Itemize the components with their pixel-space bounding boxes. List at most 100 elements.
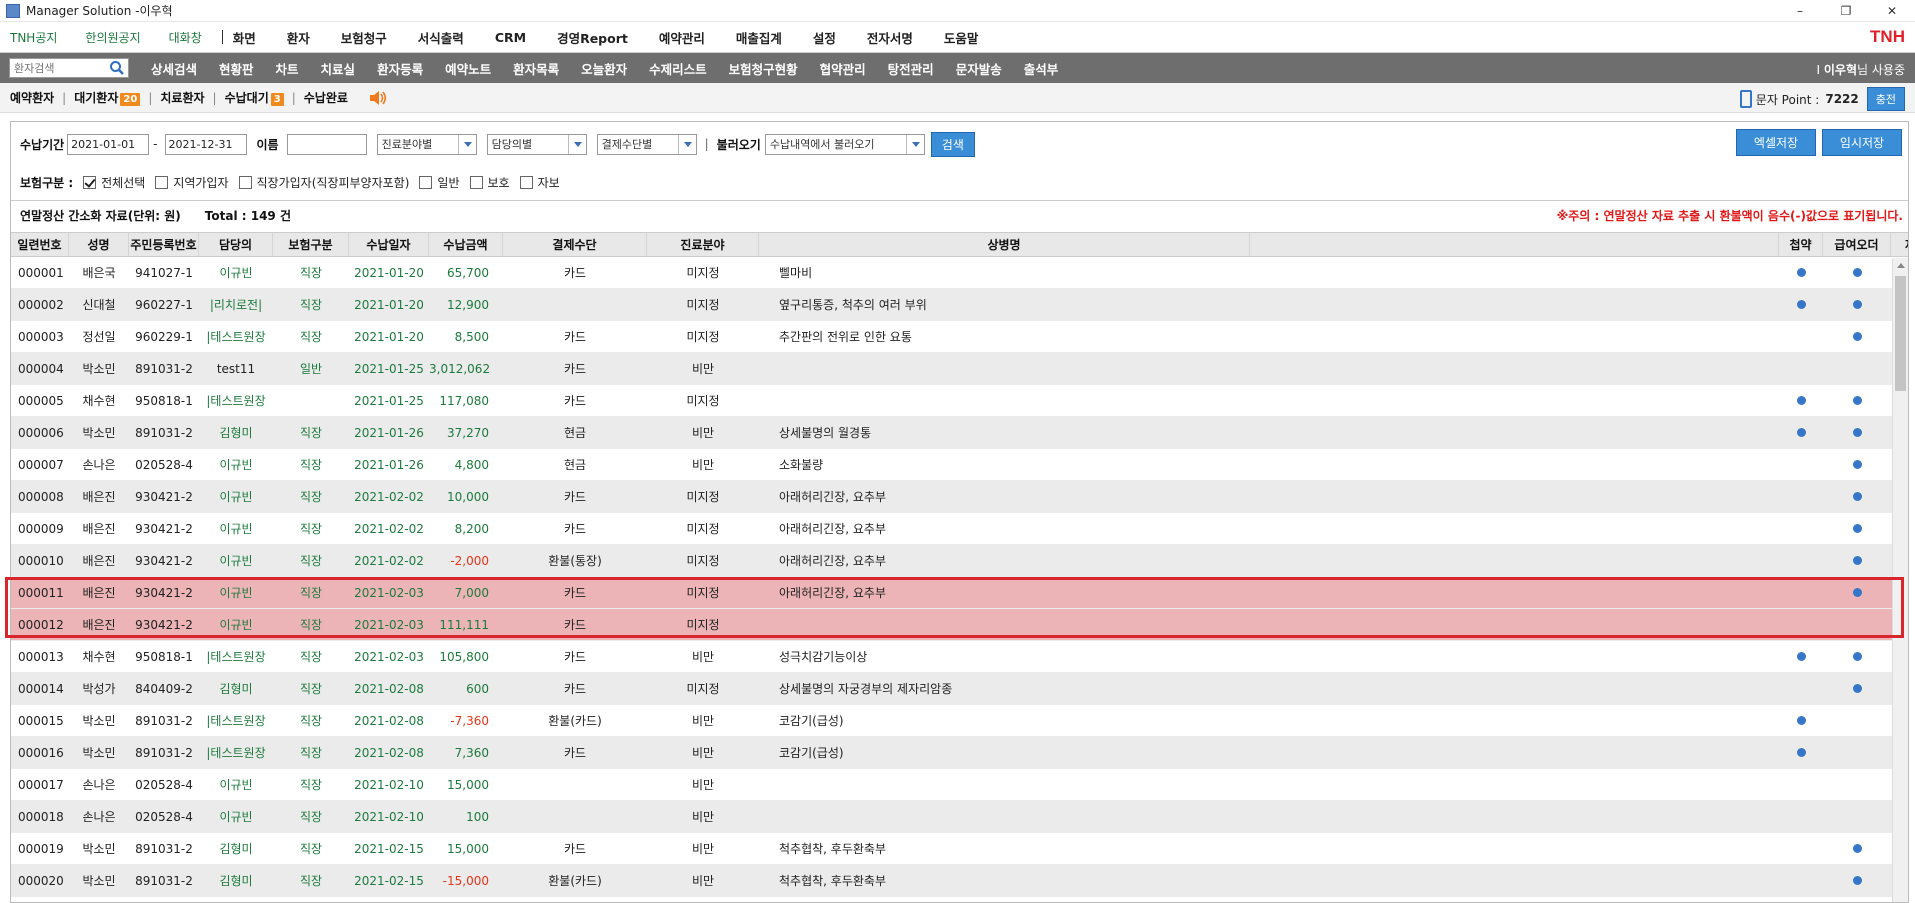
col-rrn[interactable]: 주민등록번호 <box>129 233 199 256</box>
dot-icon <box>1852 299 1862 309</box>
table-row[interactable]: 000020 박소민 891031-2 김형미 직장 2021-02-15 -15,000 환… <box>11 865 1908 897</box>
col-insurance[interactable]: 보험구분 <box>273 233 349 256</box>
close-button[interactable]: ✕ <box>1869 0 1915 22</box>
menu-crm[interactable]: CRM <box>495 30 526 45</box>
temp-save-button[interactable]: 임시저장 <box>1822 129 1902 156</box>
table-row[interactable]: 000019 박소민 891031-2 김형미 직장 2021-02-15 15,000 카드… <box>11 833 1908 865</box>
menu-reservation[interactable]: 예약관리 <box>659 28 705 47</box>
table-row[interactable]: 000017 손나은 020528-4 이규빈 직장 2021-02-10 15,000 비만 <box>11 769 1908 801</box>
patient-search-input[interactable] <box>10 59 108 77</box>
col-diagnosis[interactable]: 상병명 <box>759 233 1250 256</box>
cell-date: 2021-02-10 <box>354 809 424 824</box>
table-row[interactable]: 000008 배은진 930421-2 이규빈 직장 2021-02-02 10,000 카드… <box>11 481 1908 513</box>
col-serial[interactable]: 일련번호 <box>11 233 69 256</box>
col-name[interactable]: 성명 <box>69 233 129 256</box>
clinic-notice-link[interactable]: 한의원공지 <box>85 29 140 46</box>
checkbox-all[interactable]: 전체선택 <box>83 174 145 191</box>
nav-detail-search[interactable]: 상세검색 <box>151 59 197 78</box>
minimize-button[interactable]: – <box>1777 0 1823 22</box>
name-input[interactable] <box>286 133 367 155</box>
menu-patient[interactable]: 환자 <box>287 28 310 47</box>
col-order[interactable]: 급여오더 <box>1823 233 1891 256</box>
date-from-input[interactable]: 2021-01-01 <box>67 133 150 155</box>
date-to-input[interactable]: 2021-12-31 <box>164 133 247 155</box>
cell-rrn: 891031-2 <box>135 873 193 888</box>
tnh-notice-link[interactable]: TNH공지 <box>10 29 57 46</box>
menu-settings[interactable]: 설정 <box>813 28 836 47</box>
nav-status-board[interactable]: 현황판 <box>219 59 254 78</box>
nav-agreement[interactable]: 협약관리 <box>820 59 866 78</box>
col-exclude[interactable]: 제외 <box>1891 233 1908 256</box>
maximize-button[interactable]: ❐ <box>1823 0 1869 22</box>
charge-button[interactable]: 충전 <box>1866 87 1905 111</box>
dot-icon <box>1796 651 1806 661</box>
col-payment[interactable]: 결제수단 <box>503 233 647 256</box>
menu-e-signature[interactable]: 전자서명 <box>867 28 913 47</box>
table-row[interactable]: 000007 손나은 020528-4 이규빈 직장 2021-01-26 4,800 현금 비… <box>11 449 1908 481</box>
checkbox-protection[interactable]: 보호 <box>469 174 510 191</box>
nav-treatment-room[interactable]: 치료실 <box>321 59 356 78</box>
payment-done[interactable]: 수납완료 <box>304 89 348 106</box>
col-date[interactable]: 수납일자 <box>349 233 429 256</box>
table-row[interactable]: 000013 채수현 950818-1 |테스트원장 직장 2021-02-03 105,8… <box>11 641 1908 673</box>
window-title: Manager Solution -이우혁 <box>26 4 173 18</box>
waiting-patients[interactable]: 대기환자 20 <box>74 89 141 106</box>
payment-waiting[interactable]: 수납대기 3 <box>225 89 284 106</box>
doctor-select[interactable]: 담당의별 <box>486 133 587 155</box>
cell-payment: 환불(통장) <box>548 554 602 568</box>
table-row[interactable]: 000002 신대철 960227-1 |리치로전| 직장 2021-01-20 12,90… <box>11 289 1908 321</box>
menu-form-print[interactable]: 서식출력 <box>418 28 464 47</box>
chat-link[interactable]: 대화창 <box>169 29 202 46</box>
dot-icon <box>1796 395 1806 405</box>
nav-attendance[interactable]: 출석부 <box>1024 59 1059 78</box>
checkbox-regional[interactable]: 지역가입자 <box>155 174 229 191</box>
col-dept[interactable]: 진료분야 <box>647 233 759 256</box>
table-row[interactable]: 000010 배은진 930421-2 이규빈 직장 2021-02-02 -2,000 환불… <box>11 545 1908 577</box>
cell-serial: 000017 <box>18 777 64 792</box>
checkbox-workplace[interactable]: 직장가입자(직장피부양자포함) <box>238 174 409 191</box>
col-doctor[interactable]: 담당의 <box>199 233 273 256</box>
table-row[interactable]: 000016 박소민 891031-2 |테스트원장 직장 2021-02-08 7,360… <box>11 737 1908 769</box>
scroll-up-icon[interactable] <box>1893 258 1908 274</box>
table-row[interactable]: 000004 박소민 891031-2 test11 일반 2021-01-25 3,012… <box>11 353 1908 385</box>
dot-icon <box>1852 491 1862 501</box>
table-row[interactable]: 000014 박성가 840409-2 김형미 직장 2021-02-08 600 카드 미지정… <box>11 673 1908 705</box>
payment-select[interactable]: 결제수단별 <box>596 133 697 155</box>
scroll-thumb[interactable] <box>1895 276 1906 391</box>
reserved-patients[interactable]: 예약환자 <box>10 89 54 106</box>
nav-chart[interactable]: 차트 <box>276 59 299 78</box>
menu-management-report[interactable]: 경영Report <box>557 28 628 47</box>
search-button[interactable]: 검색 <box>930 131 975 157</box>
nav-reservation-note[interactable]: 예약노트 <box>445 59 491 78</box>
menu-screen[interactable]: 화면 <box>233 28 256 47</box>
table-row[interactable]: 000003 정선일 960229-1 |테스트원장 직장 2021-01-20 8,500… <box>11 321 1908 353</box>
nav-toolbar: 상세검색 현황판 차트 치료실 환자등록 예약노트 환자목록 오늘환자 수제리스… <box>0 53 1915 83</box>
nav-surgery-list[interactable]: 수제리스트 <box>649 59 707 78</box>
nav-decoction[interactable]: 탕전관리 <box>888 59 934 78</box>
search-icon[interactable] <box>108 59 126 77</box>
nav-sms[interactable]: 문자발송 <box>956 59 1002 78</box>
table-row[interactable]: 000005 채수현 950818-1 |테스트원장 2021-01-25 117,080… <box>11 385 1908 417</box>
menu-help[interactable]: 도움말 <box>944 28 979 47</box>
load-select[interactable]: 수납내역에서 불러오기 <box>764 133 925 155</box>
table-row[interactable]: 000018 손나은 020528-4 이규빈 직장 2021-02-10 100 비만 <box>11 801 1908 833</box>
speaker-icon[interactable] <box>368 89 388 107</box>
checkbox-auto[interactable]: 자보 <box>519 174 560 191</box>
dept-select[interactable]: 진료분야별 <box>376 133 477 155</box>
nav-patient-list[interactable]: 환자목록 <box>513 59 559 78</box>
menu-insurance-claim[interactable]: 보험청구 <box>341 28 387 47</box>
cell-rrn: 950818-1 <box>135 649 193 664</box>
menu-sales[interactable]: 매출집계 <box>736 28 782 47</box>
checkbox-general[interactable]: 일반 <box>419 174 460 191</box>
treatment-patients[interactable]: 치료환자 <box>160 89 204 106</box>
nav-claim-status[interactable]: 보험청구현황 <box>729 59 798 78</box>
col-amount[interactable]: 수납금액 <box>429 233 503 256</box>
col-herb[interactable]: 첩약 <box>1779 233 1823 256</box>
nav-patient-register[interactable]: 환자등록 <box>377 59 423 78</box>
nav-today-patients[interactable]: 오늘환자 <box>581 59 627 78</box>
excel-save-button[interactable]: 엑셀저장 <box>1736 129 1816 156</box>
table-row[interactable]: 000009 배은진 930421-2 이규빈 직장 2021-02-02 8,200 카드 미… <box>11 513 1908 545</box>
table-row[interactable]: 000006 박소민 891031-2 김형미 직장 2021-01-26 37,270 현금… <box>11 417 1908 449</box>
table-row[interactable]: 000015 박소민 891031-2 |테스트원장 직장 2021-02-08 -7,36… <box>11 705 1908 737</box>
table-row[interactable]: 000001 배은국 941027-1 이규빈 직장 2021-01-20 65,700 카드… <box>11 257 1908 289</box>
